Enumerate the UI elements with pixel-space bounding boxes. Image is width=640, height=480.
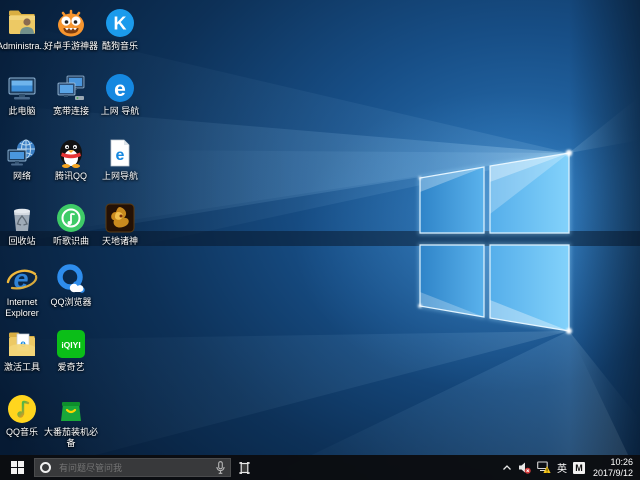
kugou-music-icon: K (104, 7, 136, 39)
taskbar: 英 M 10:26 2017/9/12 (0, 455, 640, 480)
folder-tool-icon: e (6, 328, 38, 360)
system-tray: 英 M 10:26 2017/9/12 (499, 455, 640, 480)
network-warning-icon (537, 461, 551, 474)
broadband-icon (55, 72, 87, 104)
svg-text:iQIYI: iQIYI (61, 340, 80, 350)
icon-label: 上网 导航 (93, 106, 147, 117)
icon-label: 大番茄装机必备 (44, 427, 98, 449)
icon-label: QQ浏览器 (44, 297, 98, 308)
desktop-icon-haozhuo-game-tool[interactable]: 好卓手游神器 (44, 7, 98, 52)
desktop-icon-broadband-connection[interactable]: 宽带连接 (44, 72, 98, 117)
monster-icon (55, 7, 87, 39)
svg-text:K: K (114, 14, 127, 34)
shopping-bag-icon (55, 393, 87, 425)
show-hidden-icons-button[interactable] (499, 455, 515, 480)
browser-e-circle-icon: e (104, 72, 136, 104)
desktop-icon-datomato-essentials[interactable]: 大番茄装机必备 (44, 393, 98, 449)
qq-browser-icon (55, 263, 87, 295)
icon-label: 此电脑 (0, 106, 49, 117)
clock-date: 2017/9/12 (593, 468, 633, 479)
desktop-icon-tencent-qq[interactable]: 腾讯QQ (44, 137, 98, 182)
svg-text:e: e (116, 147, 125, 164)
desktop-icon-recycle-bin[interactable]: 回收站 (0, 202, 49, 247)
desktop-icon-kugou-music[interactable]: K 酷狗音乐 (93, 7, 147, 52)
svg-text:e: e (114, 78, 126, 101)
network-globe-icon (6, 137, 38, 169)
icon-label: QQ音乐 (0, 427, 49, 438)
desktop-icon-iqiyi[interactable]: iQIYI 爱奇艺 (44, 328, 98, 373)
ime-mode-indicator[interactable]: M (570, 455, 588, 480)
qq-penguin-icon (55, 137, 87, 169)
desktop-icon-network[interactable]: 网络 (0, 137, 49, 182)
desktop-icon-tiandi-gods-game[interactable]: 天地诸神 (93, 202, 147, 247)
network-tray-icon-button[interactable] (534, 455, 554, 480)
music-recognition-icon (55, 202, 87, 234)
golden-dragon-icon (104, 202, 136, 234)
document-e-icon: e (104, 137, 136, 169)
internet-explorer-icon: e (6, 263, 38, 295)
qq-music-icon (6, 393, 38, 425)
icon-label: 好卓手游神器 (44, 41, 98, 52)
ime-language-indicator[interactable]: 英 (554, 455, 570, 480)
cortana-icon (40, 462, 51, 473)
icon-label: 酷狗音乐 (93, 41, 147, 52)
desktop-icon-this-pc[interactable]: 此电脑 (0, 72, 49, 117)
icon-label: 回收站 (0, 236, 49, 247)
svg-text:e: e (13, 264, 28, 294)
volume-tray-icon-button[interactable] (515, 455, 534, 480)
task-view-button[interactable] (231, 455, 257, 480)
start-button[interactable] (0, 455, 34, 480)
user-folder-icon (6, 7, 38, 39)
icon-label: 爱奇艺 (44, 362, 98, 373)
taskbar-clock[interactable]: 10:26 2017/9/12 (588, 457, 640, 478)
desktop-icon-qq-music[interactable]: QQ音乐 (0, 393, 49, 438)
desktop-icon-web-navigation-doc[interactable]: e 上网导航 (93, 137, 147, 182)
icon-label: 腾讯QQ (44, 171, 98, 182)
desktop-icon-activation-tool[interactable]: e 激活工具 (0, 328, 49, 373)
icon-label: 听歌识曲 (44, 236, 98, 247)
desktop-icon-qq-browser[interactable]: QQ浏览器 (44, 263, 98, 308)
icon-label: Internet Explorer (0, 297, 49, 319)
desktop-icon-web-navigation[interactable]: e 上网 导航 (93, 72, 147, 117)
icon-label: 网络 (0, 171, 49, 182)
icon-label: 天地诸神 (93, 236, 147, 247)
search-input[interactable] (57, 462, 216, 474)
windows-logo-icon (11, 461, 24, 474)
icon-label: 宽带连接 (44, 106, 98, 117)
clock-time: 10:26 (593, 457, 633, 468)
desktop-icon-internet-explorer[interactable]: e Internet Explorer (0, 263, 49, 319)
recycle-bin-icon (6, 202, 38, 234)
cortana-search-box[interactable] (34, 458, 231, 477)
microphone-icon[interactable] (216, 461, 225, 474)
speaker-muted-icon (518, 461, 531, 474)
icon-label: Administra... (0, 41, 49, 52)
chevron-up-icon (502, 464, 512, 472)
icon-label: 上网导航 (93, 171, 147, 182)
task-view-icon (238, 462, 251, 474)
computer-icon (6, 72, 38, 104)
icon-label: 激活工具 (0, 362, 49, 373)
desktop-icon-administrator-folder[interactable]: Administra... (0, 7, 49, 52)
desktop-icon-song-recognition[interactable]: 听歌识曲 (44, 202, 98, 247)
iqiyi-icon: iQIYI (55, 328, 87, 360)
